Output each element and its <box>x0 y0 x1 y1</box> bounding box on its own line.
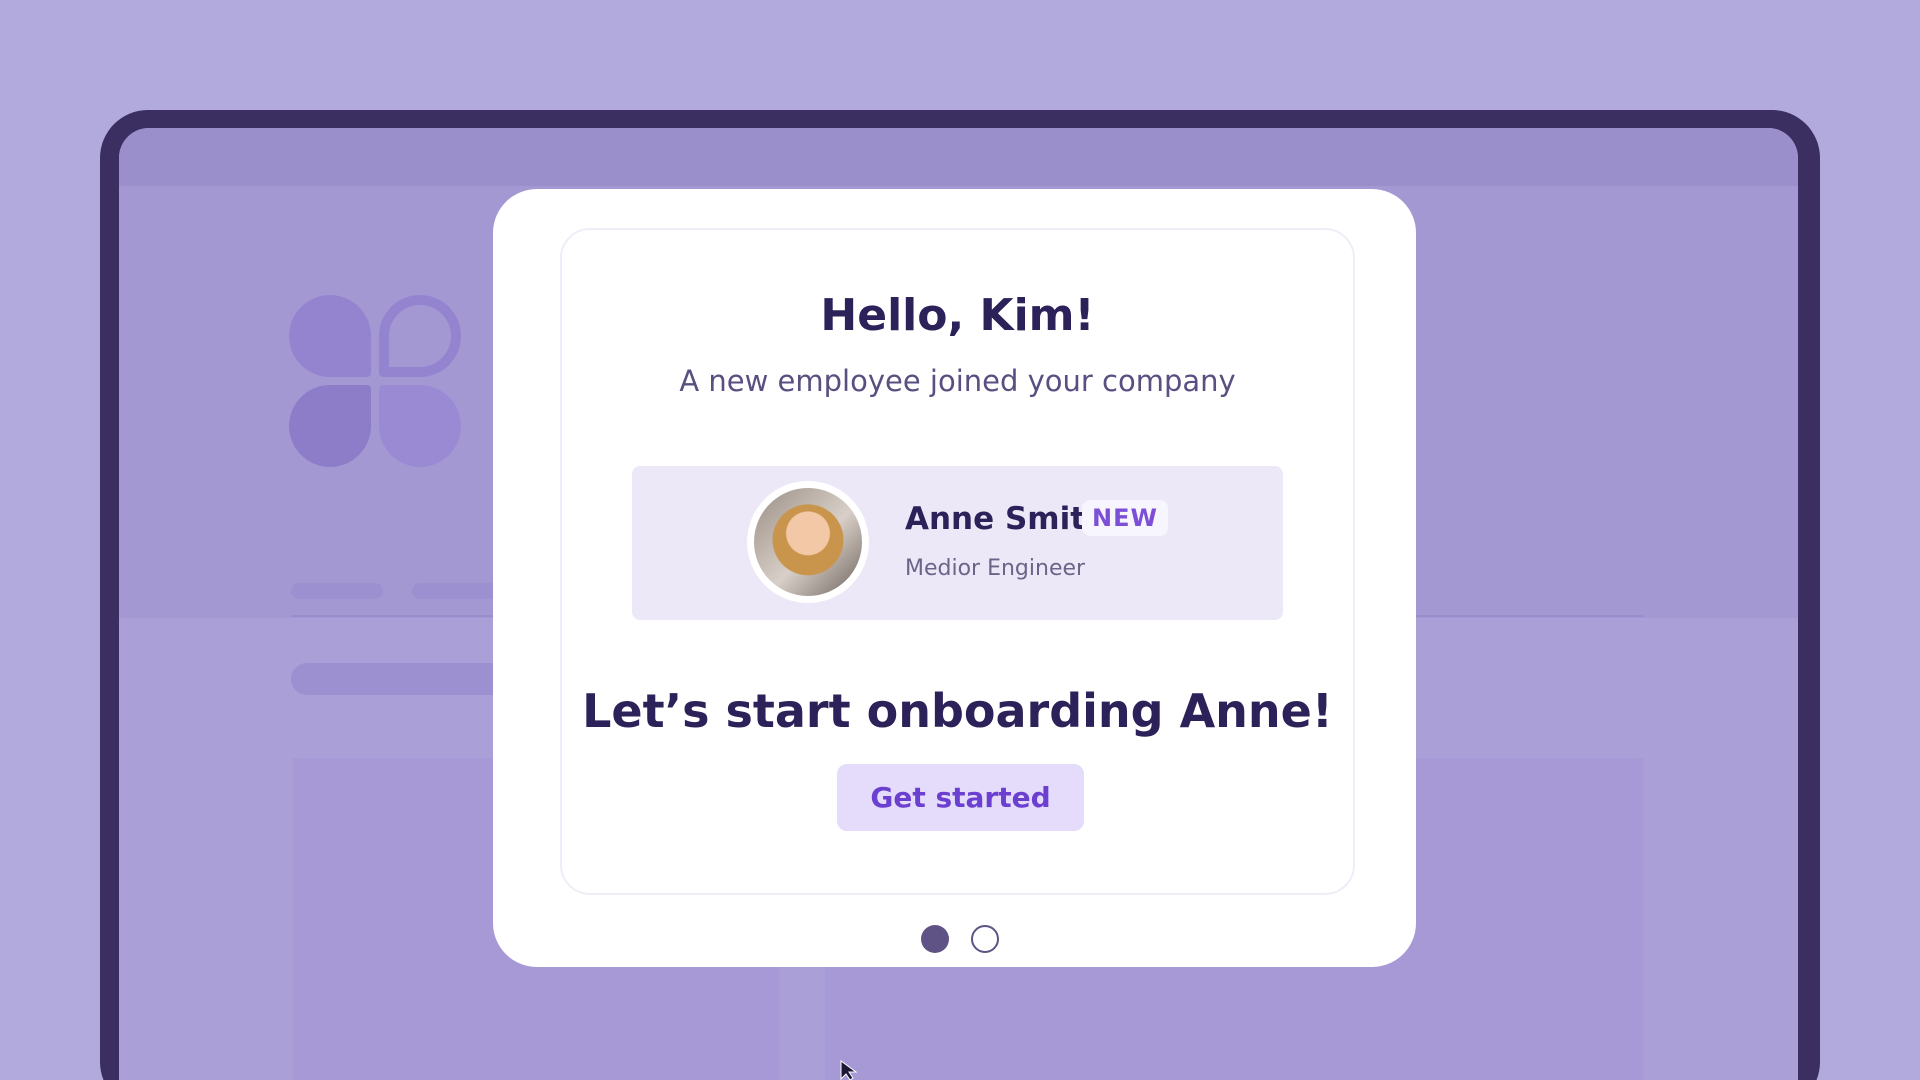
onboarding-card: Hello, Kim! A new employee joined your c… <box>560 228 1355 895</box>
employee-card: Anne Smith NEW Medior Engineer <box>632 466 1283 620</box>
logo-leaf <box>379 295 461 377</box>
placeholder-tab <box>412 583 504 599</box>
onboarding-modal: Hello, Kim! A new employee joined your c… <box>493 189 1416 967</box>
pagination-dot-1[interactable] <box>921 925 949 953</box>
clover-logo-icon <box>289 295 461 467</box>
app-topbar <box>119 128 1798 186</box>
mouse-cursor-icon <box>840 1060 858 1080</box>
avatar <box>747 481 869 603</box>
employee-role: Medior Engineer <box>905 556 1086 581</box>
profile-photo <box>754 488 862 596</box>
greeting-subtitle: A new employee joined your company <box>679 364 1236 398</box>
logo-leaf <box>379 385 461 467</box>
greeting-title: Hello, Kim! <box>820 290 1095 341</box>
get-started-button[interactable]: Get started <box>837 764 1084 831</box>
placeholder-tab <box>291 583 383 599</box>
logo-leaf <box>289 385 371 467</box>
new-badge: NEW <box>1082 500 1168 536</box>
pagination-dot-2[interactable] <box>971 925 999 953</box>
onboarding-heading: Let’s start onboarding Anne! <box>582 684 1333 738</box>
employee-name: Anne Smith <box>905 501 1108 537</box>
logo-leaf <box>289 295 371 377</box>
